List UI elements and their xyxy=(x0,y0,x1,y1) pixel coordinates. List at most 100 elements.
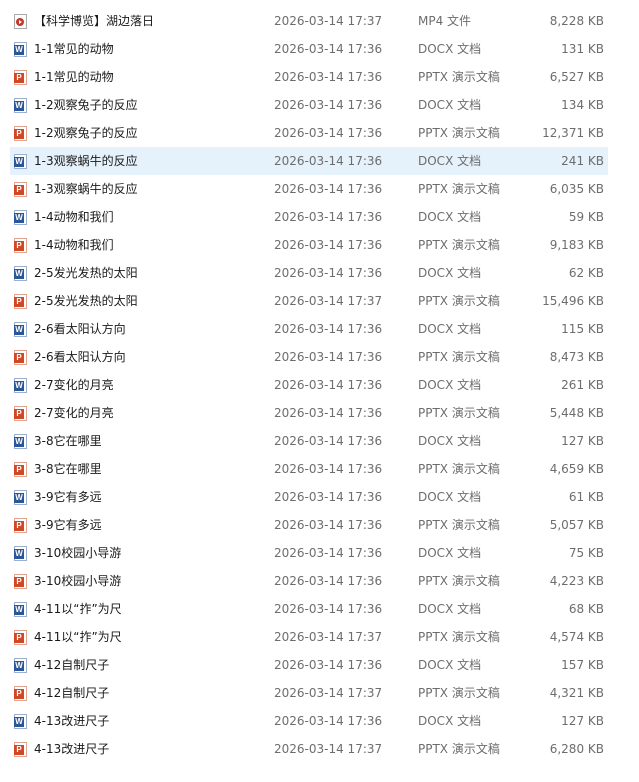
file-name: 2-7变化的月亮 xyxy=(34,406,114,420)
file-modified-date: 2026-03-14 17:36 xyxy=(274,322,383,336)
file-size: 59 KB xyxy=(568,210,604,224)
file-size: 6,280 KB xyxy=(549,742,604,756)
file-row[interactable]: 4-12自制尺子 2026-03-14 17:36 DOCX 文档 157 KB xyxy=(0,651,639,679)
word-file-icon xyxy=(14,210,27,225)
file-name: 1-3观察蜗牛的反应 xyxy=(34,182,138,196)
file-modified-date: 2026-03-14 17:36 xyxy=(274,434,383,448)
file-type: PPTX 演示文稿 xyxy=(418,462,500,476)
file-row[interactable]: 4-13改进尺子 2026-03-14 17:37 PPTX 演示文稿 6,280 K… xyxy=(0,735,639,763)
file-name: 4-12自制尺子 xyxy=(34,658,110,672)
file-row[interactable]: 1-4动物和我们 2026-03-14 17:36 PPTX 演示文稿 9,183 K… xyxy=(0,231,639,259)
file-size: 4,659 KB xyxy=(549,462,604,476)
file-type: PPTX 演示文稿 xyxy=(418,406,500,420)
file-modified-date: 2026-03-14 17:36 xyxy=(274,546,383,560)
file-list: 【科学博览】湖边落日 2026-03-14 17:37 MP4 文件 8,228 KB… xyxy=(0,0,639,763)
file-type: DOCX 文档 xyxy=(418,546,482,560)
file-size: 12,371 KB xyxy=(542,126,604,140)
file-size: 5,057 KB xyxy=(549,518,604,532)
word-file-icon xyxy=(14,546,27,561)
file-row[interactable]: 4-12自制尺子 2026-03-14 17:37 PPTX 演示文稿 4,321 K… xyxy=(0,679,639,707)
file-row[interactable]: 4-11以“拃”为尺 2026-03-14 17:37 PPTX 演示文稿 4,574… xyxy=(0,623,639,651)
file-row[interactable]: 1-4动物和我们 2026-03-14 17:36 DOCX 文档 59 KB xyxy=(0,203,639,231)
file-name: 4-12自制尺子 xyxy=(34,686,110,700)
file-type: DOCX 文档 xyxy=(418,98,482,112)
file-modified-date: 2026-03-14 17:36 xyxy=(274,490,383,504)
file-row[interactable]: 3-8它在哪里 2026-03-14 17:36 DOCX 文档 127 KB xyxy=(0,427,639,455)
file-size: 4,574 KB xyxy=(549,630,604,644)
file-modified-date: 2026-03-14 17:37 xyxy=(274,14,383,28)
file-row[interactable]: 3-8它在哪里 2026-03-14 17:36 PPTX 演示文稿 4,659 KB xyxy=(0,455,639,483)
file-size: 4,223 KB xyxy=(549,574,604,588)
file-row[interactable]: 4-13改进尺子 2026-03-14 17:36 DOCX 文档 127 KB xyxy=(0,707,639,735)
file-modified-date: 2026-03-14 17:36 xyxy=(274,266,383,280)
file-row[interactable]: 1-2观察兔子的反应 2026-03-14 17:36 DOCX 文档 134 KB xyxy=(0,91,639,119)
file-row[interactable]: 2-7变化的月亮 2026-03-14 17:36 PPTX 演示文稿 5,448 K… xyxy=(0,399,639,427)
powerpoint-file-icon xyxy=(14,294,27,309)
file-name: 1-1常见的动物 xyxy=(34,70,114,84)
file-type: DOCX 文档 xyxy=(418,266,482,280)
file-type: PPTX 演示文稿 xyxy=(418,630,500,644)
file-modified-date: 2026-03-14 17:36 xyxy=(274,98,383,112)
file-name: 1-1常见的动物 xyxy=(34,42,114,56)
powerpoint-file-icon xyxy=(14,406,27,421)
file-row[interactable]: 2-5发光发热的太阳 2026-03-14 17:36 DOCX 文档 62 KB xyxy=(0,259,639,287)
file-row[interactable]: 3-9它有多远 2026-03-14 17:36 DOCX 文档 61 KB xyxy=(0,483,639,511)
file-size: 15,496 KB xyxy=(542,294,604,308)
file-name: 3-10校园小导游 xyxy=(34,546,122,560)
file-modified-date: 2026-03-14 17:36 xyxy=(274,714,383,728)
file-row[interactable]: 2-5发光发热的太阳 2026-03-14 17:37 PPTX 演示文稿 15,49… xyxy=(0,287,639,315)
file-row[interactable]: 1-2观察兔子的反应 2026-03-14 17:36 PPTX 演示文稿 12,37… xyxy=(0,119,639,147)
file-type: PPTX 演示文稿 xyxy=(418,574,500,588)
file-row[interactable]: 3-10校园小导游 2026-03-14 17:36 PPTX 演示文稿 4,223 … xyxy=(0,567,639,595)
file-type: PPTX 演示文稿 xyxy=(418,238,500,252)
file-size: 68 KB xyxy=(568,602,604,616)
file-type: PPTX 演示文稿 xyxy=(418,350,500,364)
file-row[interactable]: 1-3观察蜗牛的反应 2026-03-14 17:36 PPTX 演示文稿 6,035… xyxy=(0,175,639,203)
file-type: PPTX 演示文稿 xyxy=(418,70,500,84)
file-type: DOCX 文档 xyxy=(418,210,482,224)
file-name: 1-2观察兔子的反应 xyxy=(34,126,138,140)
file-type: DOCX 文档 xyxy=(418,658,482,672)
file-name: 2-6看太阳认方向 xyxy=(34,350,126,364)
word-file-icon xyxy=(14,154,27,169)
file-row[interactable]: 1-1常见的动物 2026-03-14 17:36 DOCX 文档 131 KB xyxy=(0,35,639,63)
powerpoint-file-icon xyxy=(14,518,27,533)
file-type: PPTX 演示文稿 xyxy=(418,742,500,756)
word-file-icon xyxy=(14,266,27,281)
file-modified-date: 2026-03-14 17:36 xyxy=(274,42,383,56)
file-row[interactable]: 1-3观察蜗牛的反应 2026-03-14 17:36 DOCX 文档 241 KB xyxy=(0,147,639,175)
file-modified-date: 2026-03-14 17:36 xyxy=(274,182,383,196)
file-modified-date: 2026-03-14 17:36 xyxy=(274,406,383,420)
file-size: 4,321 KB xyxy=(549,686,604,700)
file-modified-date: 2026-03-14 17:37 xyxy=(274,630,383,644)
video-file-icon xyxy=(14,14,27,29)
file-row[interactable]: 2-6看太阳认方向 2026-03-14 17:36 DOCX 文档 115 KB xyxy=(0,315,639,343)
word-file-icon xyxy=(14,42,27,57)
file-row[interactable]: 1-1常见的动物 2026-03-14 17:36 PPTX 演示文稿 6,527 K… xyxy=(0,63,639,91)
powerpoint-file-icon xyxy=(14,350,27,365)
file-type: DOCX 文档 xyxy=(418,490,482,504)
file-row[interactable]: 【科学博览】湖边落日 2026-03-14 17:37 MP4 文件 8,228 KB xyxy=(0,7,639,35)
file-name: 3-10校园小导游 xyxy=(34,574,122,588)
powerpoint-file-icon xyxy=(14,630,27,645)
file-size: 131 KB xyxy=(561,42,604,56)
file-type: DOCX 文档 xyxy=(418,434,482,448)
file-row[interactable]: 2-6看太阳认方向 2026-03-14 17:36 PPTX 演示文稿 8,473 … xyxy=(0,343,639,371)
file-type: DOCX 文档 xyxy=(418,714,482,728)
file-row[interactable]: 2-7变化的月亮 2026-03-14 17:36 DOCX 文档 261 KB xyxy=(0,371,639,399)
file-type: MP4 文件 xyxy=(418,14,472,28)
file-size: 9,183 KB xyxy=(549,238,604,252)
file-name: 2-5发光发热的太阳 xyxy=(34,266,138,280)
powerpoint-file-icon xyxy=(14,462,27,477)
file-name: 4-11以“拃”为尺 xyxy=(34,602,122,616)
file-row[interactable]: 3-9它有多远 2026-03-14 17:36 PPTX 演示文稿 5,057 KB xyxy=(0,511,639,539)
file-modified-date: 2026-03-14 17:36 xyxy=(274,210,383,224)
file-type: DOCX 文档 xyxy=(418,154,482,168)
file-row[interactable]: 3-10校园小导游 2026-03-14 17:36 DOCX 文档 75 KB xyxy=(0,539,639,567)
file-modified-date: 2026-03-14 17:36 xyxy=(274,602,383,616)
file-row[interactable]: 4-11以“拃”为尺 2026-03-14 17:36 DOCX 文档 68 KB xyxy=(0,595,639,623)
file-name: 3-9它有多远 xyxy=(34,518,102,532)
file-name: 3-8它在哪里 xyxy=(34,462,102,476)
file-size: 157 KB xyxy=(561,658,604,672)
file-size: 62 KB xyxy=(568,266,604,280)
